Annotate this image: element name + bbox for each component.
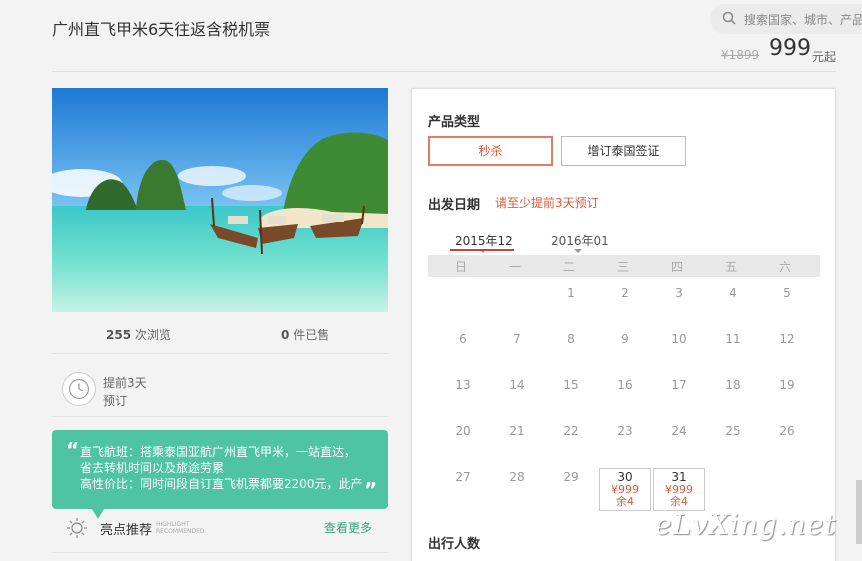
recommend-label: 亮点推荐 xyxy=(100,523,153,538)
weekday-header: 日 一 二 三 四 五 六 xyxy=(428,255,820,277)
weekday: 二 xyxy=(562,260,575,274)
travelers-label: 出行人数 xyxy=(428,537,481,552)
calendar-day: 10 xyxy=(671,332,687,346)
booking-note: 请至少提前3天预订 xyxy=(495,196,599,210)
open-quote-icon: “ xyxy=(66,438,80,462)
calendar-day: 21 xyxy=(509,424,525,438)
calendar-day: 18 xyxy=(725,378,741,392)
calendar-day: 16 xyxy=(617,378,633,392)
original-price: ¥1899 xyxy=(721,48,760,62)
calendar-day: 22 xyxy=(563,424,579,438)
highlight-line: 高性价比：同时间段自订直飞机票都要2200元，此产 xyxy=(80,477,363,491)
view-more-link[interactable]: 查看更多 xyxy=(324,519,372,536)
option-thai-visa[interactable]: 增订泰国签证 xyxy=(561,136,686,166)
watermark: eLvXing.net xyxy=(655,508,837,541)
header-divider xyxy=(52,71,836,72)
calendar-day: 7 xyxy=(513,332,521,346)
page-title: 广州直飞甲米6天往返含税机票 xyxy=(52,20,271,39)
recommend-bar: 亮点推荐 HIGHLIGHT RECOMMENDED 查看更多 xyxy=(66,516,388,538)
current-price: 999 xyxy=(769,36,811,61)
calendar-day: 8 xyxy=(567,332,575,346)
calendar-day: 9 xyxy=(621,332,629,346)
option-flash-sale[interactable]: 秒杀 xyxy=(428,136,553,166)
calendar-day: 24 xyxy=(671,424,687,438)
weekday: 日 xyxy=(454,260,467,274)
calendar-day: 6 xyxy=(459,332,467,346)
calendar-day: 1 xyxy=(567,286,575,300)
views-stat: 255 次浏览 xyxy=(106,328,171,342)
sold-stat: 0 件已售 xyxy=(281,328,330,342)
calendar-day: 29 xyxy=(563,470,579,484)
calendar-day: 13 xyxy=(455,378,471,392)
search-icon[interactable] xyxy=(722,11,736,25)
calendar-day: 27 xyxy=(455,470,471,484)
calendar-day: 5 xyxy=(783,286,791,300)
calendar-day: 19 xyxy=(779,378,795,392)
calendar-day: 2 xyxy=(621,286,629,300)
section-divider xyxy=(52,416,388,417)
calendar-day: 4 xyxy=(729,286,737,300)
tab-month-2015-12[interactable]: 2015年12 xyxy=(455,232,513,249)
close-quote-icon: ” xyxy=(364,478,378,502)
calendar-day-available[interactable]: 30 ¥999 余4 xyxy=(599,468,651,511)
weekday: 一 xyxy=(508,260,521,274)
calendar-day: 28 xyxy=(509,470,525,484)
search-input[interactable]: 搜索国家、城市、产品 xyxy=(744,11,862,28)
caret-down-icon xyxy=(574,249,582,253)
price-unit: 元起 xyxy=(812,50,837,64)
section-divider xyxy=(52,552,388,553)
calendar-day: 25 xyxy=(725,424,741,438)
advance-days: 提前3天 xyxy=(103,376,147,390)
calendar-day-available[interactable]: 31 ¥999 余4 xyxy=(653,468,705,511)
product-photo xyxy=(52,88,388,312)
scrollbar[interactable] xyxy=(856,480,862,544)
weekday: 四 xyxy=(670,260,683,274)
highlight-box: “ 直飞航班：搭乘泰国亚航广州直飞甲米，一站直达， 省去转机时间以及旅途劳累 高… xyxy=(52,430,388,509)
booking-panel: 产品类型 秒杀 增订泰国签证 出发日期 请至少提前3天预订 2015年12 20… xyxy=(411,88,836,561)
product-type-label: 产品类型 xyxy=(428,115,481,130)
calendar-day: 12 xyxy=(779,332,795,346)
calendar-day: 26 xyxy=(779,424,795,438)
weekday: 五 xyxy=(724,260,737,274)
calendar-day: 20 xyxy=(455,424,471,438)
weekday: 三 xyxy=(616,260,629,274)
highlight-line: 直飞航班：搭乘泰国亚航广州直飞甲米，一站直达， xyxy=(80,445,357,459)
active-month-indicator xyxy=(450,249,514,251)
calendar-day: 15 xyxy=(563,378,579,392)
calendar-day: 11 xyxy=(725,332,741,346)
calendar-day: 23 xyxy=(617,424,633,438)
calendar-day: 14 xyxy=(509,378,525,392)
search-box[interactable]: 搜索国家、城市、产品 xyxy=(710,4,862,34)
tab-month-2016-01[interactable]: 2016年01 xyxy=(551,232,609,249)
clock-icon xyxy=(62,372,96,406)
recommend-en-label: HIGHLIGHT RECOMMENDED xyxy=(156,521,205,535)
calendar-day: 3 xyxy=(675,286,683,300)
calendar-day: 17 xyxy=(671,378,687,392)
lightbulb-icon xyxy=(67,518,87,538)
highlight-line: 省去转机时间以及旅途劳累 xyxy=(80,461,225,475)
departure-date-label: 出发日期 xyxy=(428,198,481,213)
stats-bar: 255 次浏览 0 件已售 xyxy=(52,312,388,354)
weekday: 六 xyxy=(778,260,791,274)
advance-label: 预订 xyxy=(103,394,128,408)
